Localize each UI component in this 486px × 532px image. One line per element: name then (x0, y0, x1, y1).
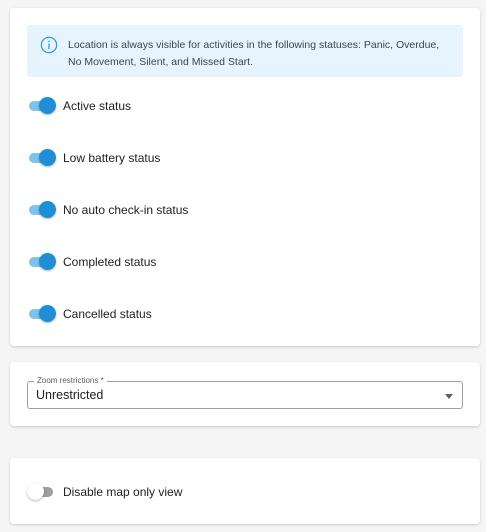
zoom-restrictions-card: Zoom restrictions * Unrestricted (10, 362, 480, 426)
toggle-row-low-battery: Low battery status (27, 148, 160, 168)
active-status-label: Active status (63, 99, 132, 113)
switch-thumb (39, 305, 56, 322)
switch-thumb (39, 97, 56, 114)
toggle-row-no-auto-checkin: No auto check-in status (27, 200, 188, 220)
active-status-switch[interactable] (27, 96, 57, 116)
toggle-row-map-only: Disable map only view (27, 482, 182, 502)
cancelled-status-switch[interactable] (27, 304, 57, 324)
zoom-restrictions-label: Zoom restrictions * (34, 376, 107, 386)
toggle-row-completed: Completed status (27, 252, 156, 272)
zoom-restrictions-select[interactable]: Zoom restrictions * Unrestricted (27, 376, 463, 409)
info-circle-icon (40, 36, 58, 54)
no-auto-checkin-status-switch[interactable] (27, 200, 57, 220)
dropdown-arrow-icon (445, 394, 453, 399)
switch-thumb (39, 149, 56, 166)
low-battery-status-label: Low battery status (63, 151, 161, 165)
info-alert: Location is always visible for activitie… (27, 25, 463, 77)
completed-status-label: Completed status (63, 255, 157, 269)
disable-map-only-view-switch[interactable] (27, 482, 57, 502)
switch-thumb (27, 483, 44, 500)
no-auto-checkin-status-label: No auto check-in status (63, 203, 189, 217)
low-battery-status-switch[interactable] (27, 148, 57, 168)
zoom-restrictions-value: Unrestricted (36, 388, 104, 402)
toggle-row-active: Active status (27, 96, 131, 116)
disable-map-only-view-label: Disable map only view (63, 485, 183, 499)
toggle-row-cancelled: Cancelled status (27, 304, 152, 324)
completed-status-switch[interactable] (27, 252, 57, 272)
info-alert-text: Location is always visible for activitie… (68, 39, 440, 68)
switch-thumb (39, 253, 56, 270)
cancelled-status-label: Cancelled status (63, 307, 152, 321)
location-visibility-card: Location is always visible for activitie… (10, 8, 480, 346)
switch-thumb (39, 201, 56, 218)
map-only-view-card: Disable map only view (10, 458, 480, 524)
